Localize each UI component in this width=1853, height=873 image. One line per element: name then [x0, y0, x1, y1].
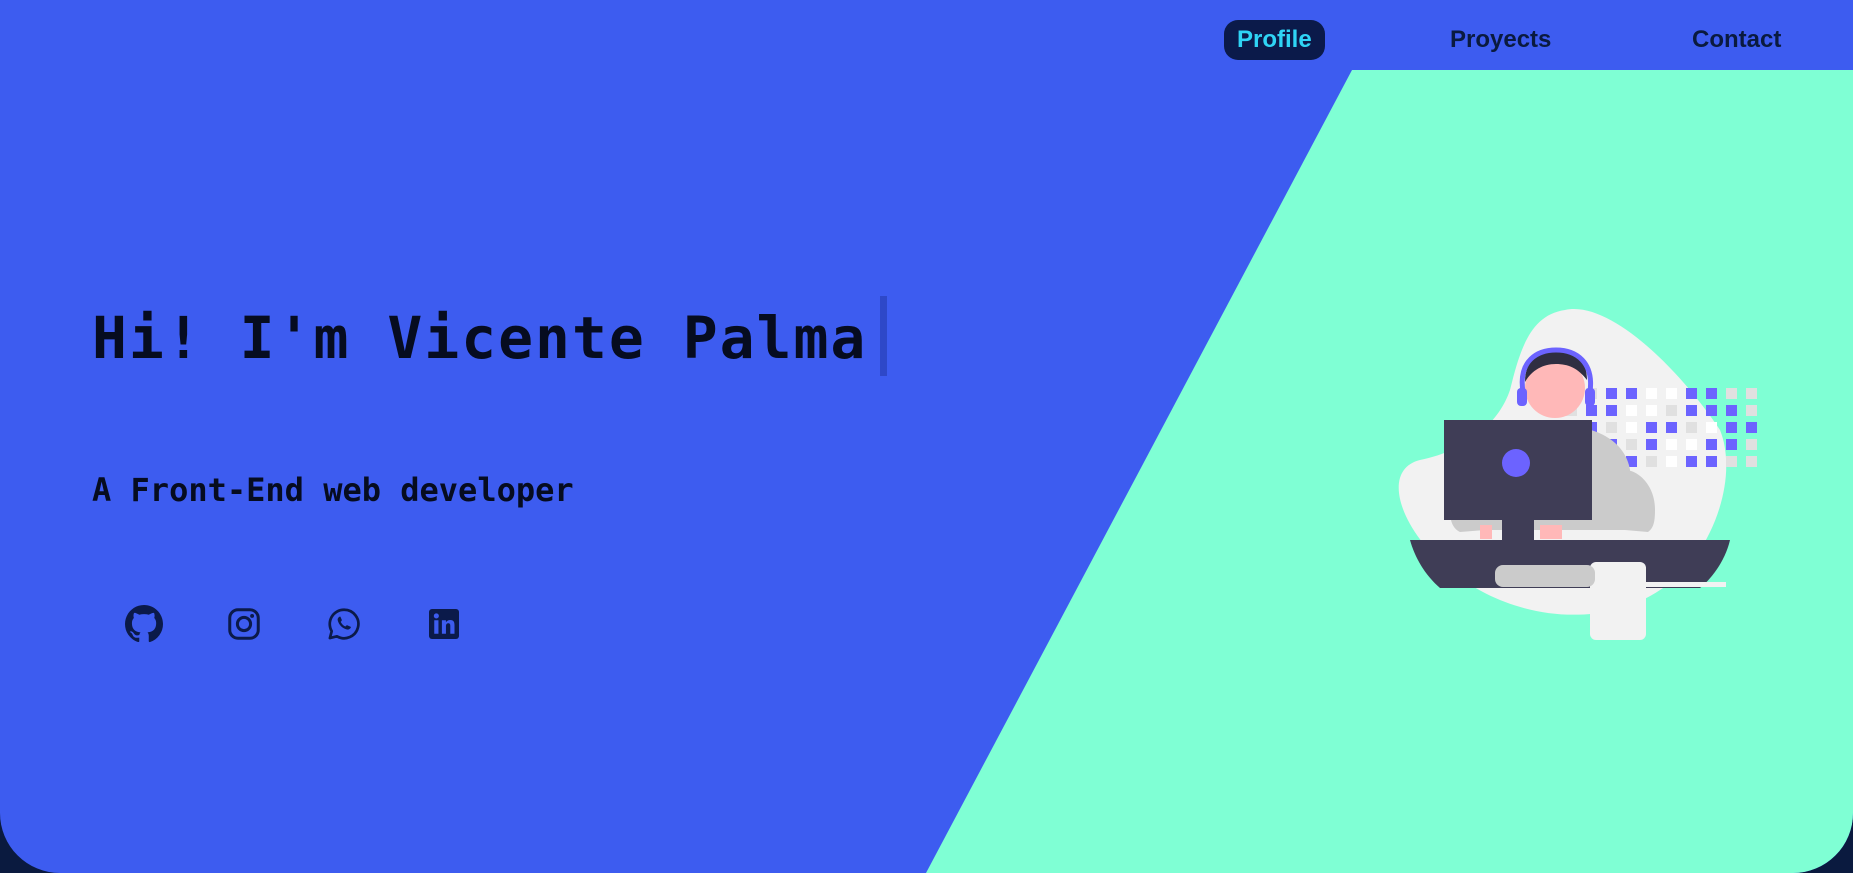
whatsapp-icon	[328, 608, 360, 640]
nav-item-contact[interactable]: Contact	[1692, 20, 1781, 60]
social-links	[120, 600, 480, 648]
hero-title: Hi! I'm Vicente Palma	[92, 304, 868, 372]
linkedin-link[interactable]	[420, 600, 468, 648]
whatsapp-link[interactable]	[320, 600, 368, 648]
hero-subtitle: A Front-End web developer	[92, 471, 574, 509]
github-link[interactable]	[120, 600, 168, 648]
nav-item-profile[interactable]: Profile	[1224, 20, 1325, 60]
typing-caret	[880, 296, 887, 376]
hero-section: Profile Proyects Contact Hi! I'm Vicente…	[0, 0, 1853, 873]
instagram-link[interactable]	[220, 600, 268, 648]
github-icon	[125, 605, 163, 643]
linkedin-icon	[429, 609, 459, 639]
developer-illustration	[1398, 309, 1757, 640]
instagram-icon	[228, 608, 260, 640]
top-nav: Profile Proyects Contact	[1224, 20, 1853, 60]
nav-item-proyects[interactable]: Proyects	[1450, 20, 1551, 60]
page: Profile Proyects Contact Hi! I'm Vicente…	[0, 0, 1853, 873]
